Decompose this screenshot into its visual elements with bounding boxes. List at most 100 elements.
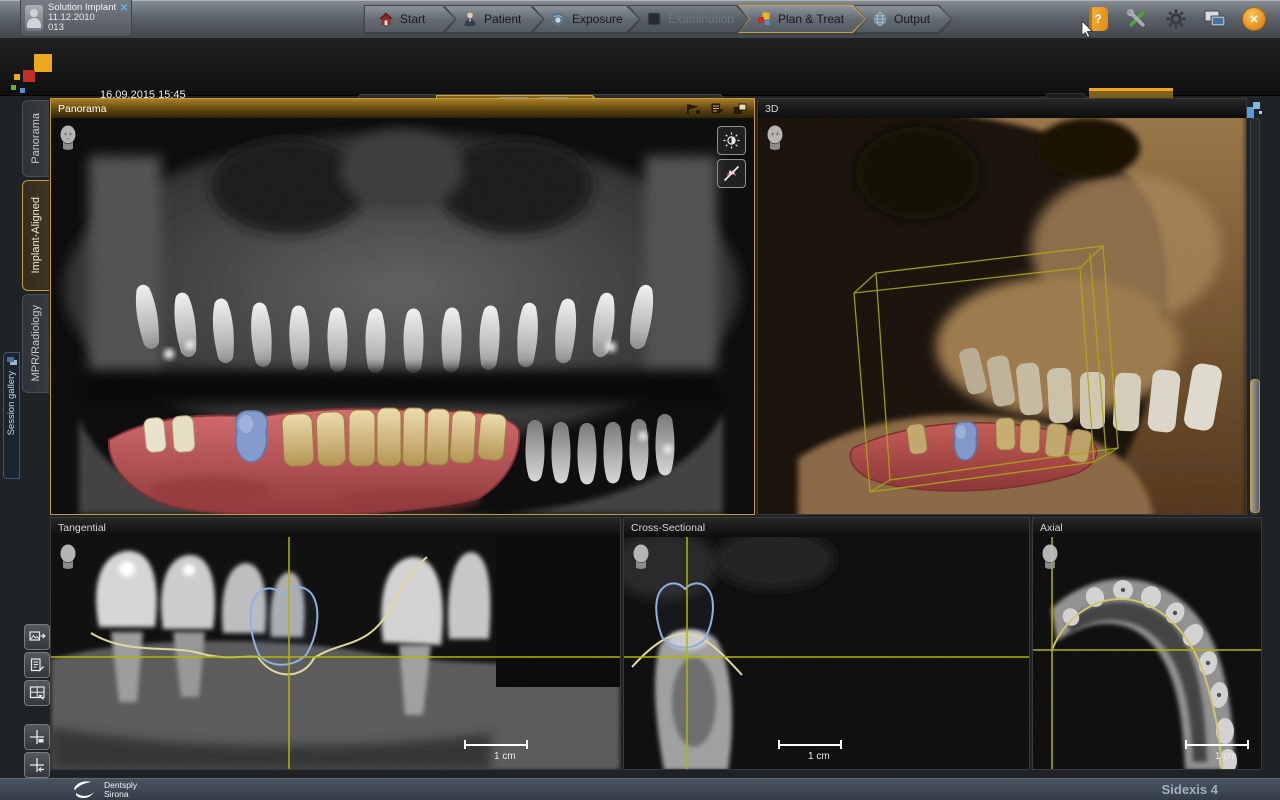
- tangential-view: Tangential: [50, 517, 621, 770]
- crosshair-arrow-icon: [29, 757, 45, 773]
- view-title: Cross-Sectional: [631, 522, 705, 534]
- panorama-image[interactable]: [51, 118, 754, 514]
- dentsply-sirona-logo: [72, 780, 98, 800]
- workspace-tab-label: Panorama: [30, 113, 42, 164]
- axial-image[interactable]: [1033, 537, 1261, 769]
- tab-label: Examination: [668, 12, 734, 26]
- panorama-view: Panorama: [50, 98, 755, 515]
- workspace-tab-label: Implant-Aligned: [30, 197, 42, 273]
- implant-contour[interactable]: [656, 583, 713, 647]
- brightness-contrast-button[interactable]: [717, 126, 746, 155]
- tab-label: Plan & Treat: [778, 12, 844, 26]
- patient-card[interactable]: Solution Implant 11.12.2010 013 ✕: [20, 0, 132, 37]
- view-title: Axial: [1040, 522, 1063, 534]
- cross-sectional-canvas[interactable]: 1 cm: [624, 537, 1029, 769]
- scale-label: 1 cm: [1215, 751, 1237, 762]
- examination-toolbar: 16.09.2015 15:45 Scan date Diagnose Prep…: [0, 38, 1280, 96]
- workspace-tab-mpr-radiology[interactable]: MPR/Radiology: [22, 294, 49, 393]
- tools-button[interactable]: [1125, 6, 1149, 32]
- tab-label: Output: [894, 12, 930, 26]
- layout-switch-button[interactable]: [1203, 6, 1227, 32]
- settings-button[interactable]: [1164, 6, 1188, 32]
- cross-sectional-image[interactable]: [624, 537, 1029, 769]
- titlebar-actions: ?: [1086, 6, 1266, 32]
- close-patient-icon[interactable]: ✕: [120, 3, 128, 14]
- layout-button[interactable]: [24, 680, 50, 706]
- align-crosshair-button[interactable]: [24, 752, 50, 778]
- tangential-image[interactable]: [51, 537, 620, 769]
- brand-text: Dentsply Sirona: [104, 781, 137, 799]
- product-name: Sidexis 4: [1162, 782, 1218, 797]
- implant-contour[interactable]: [250, 587, 317, 665]
- help-button[interactable]: ?: [1086, 6, 1110, 32]
- scale-label: 1 cm: [494, 751, 516, 762]
- title-bar: Solution Implant 11.12.2010 013 ✕ Start: [0, 0, 1280, 39]
- scale-bar: [1185, 740, 1249, 749]
- output-icon: [872, 11, 888, 27]
- annotation-icon[interactable]: [710, 102, 724, 115]
- tab-examination: Examination: [628, 5, 750, 33]
- three-d-image[interactable]: [758, 118, 1246, 514]
- scale-bar: [464, 740, 528, 749]
- workspace-tab-panorama[interactable]: Panorama: [22, 100, 49, 177]
- windows-icon: [1203, 9, 1227, 29]
- tab-label: Patient: [484, 12, 521, 26]
- tab-patient[interactable]: Patient: [444, 5, 544, 33]
- focus-crosshair-button[interactable]: [24, 724, 50, 750]
- 3d-depth-slider[interactable]: [1250, 118, 1260, 515]
- tangential-view-header[interactable]: Tangential: [51, 518, 620, 537]
- tab-label: Start: [400, 12, 425, 26]
- home-icon: [378, 11, 394, 27]
- view-title: Tangential: [58, 522, 106, 534]
- tab-start[interactable]: Start: [364, 5, 456, 33]
- axial-view-header[interactable]: Axial: [1033, 518, 1261, 537]
- overlay-toggle-icon[interactable]: [686, 103, 701, 115]
- layout-grid-icon: [29, 685, 46, 701]
- tangential-canvas[interactable]: 1 cm: [51, 537, 620, 769]
- scale-label: 1 cm: [808, 751, 830, 762]
- orientation-head-icon: [765, 125, 785, 151]
- examination-icon: [646, 11, 662, 27]
- close-button[interactable]: ✕: [1242, 6, 1266, 32]
- toggle-objects-button[interactable]: [717, 159, 746, 188]
- view-title: 3D: [765, 103, 778, 115]
- hide-objects-icon: [723, 165, 740, 182]
- plan-treat-icon: [756, 11, 772, 27]
- 3d-depth-slider-thumb[interactable]: [1250, 379, 1260, 513]
- workspace-tab-implant-aligned[interactable]: Implant-Aligned: [22, 180, 49, 291]
- maximize-view-icon[interactable]: [733, 103, 747, 115]
- crosshair-focus-icon: [29, 729, 45, 745]
- close-icon: ✕: [1242, 7, 1266, 31]
- gallery-icon: [7, 357, 17, 365]
- tab-plan-treat[interactable]: Plan & Treat: [738, 5, 866, 33]
- tab-exposure[interactable]: Exposure: [532, 5, 640, 33]
- mouse-cursor: [1081, 21, 1094, 38]
- brand-line-2: Sirona: [104, 790, 137, 799]
- export-image-button[interactable]: [24, 624, 50, 650]
- gear-icon: [1165, 8, 1187, 30]
- three-d-view: 3D: [757, 98, 1247, 515]
- axial-view: Axial: [1032, 517, 1262, 770]
- patient-icon: [462, 11, 478, 27]
- orientation-head-icon: [58, 125, 78, 151]
- session-gallery-tab[interactable]: Session gallery: [3, 352, 20, 479]
- three-d-canvas[interactable]: [758, 118, 1246, 514]
- view-title: Panorama: [58, 103, 106, 115]
- axial-canvas[interactable]: 1 cm: [1033, 537, 1261, 769]
- orientation-head-icon: [1040, 544, 1060, 570]
- cross-sectional-view-header[interactable]: Cross-Sectional: [624, 518, 1029, 537]
- patient-id: 013: [48, 23, 116, 33]
- panorama-view-header[interactable]: Panorama: [51, 99, 754, 118]
- export-image-icon: [29, 629, 46, 645]
- three-d-view-header[interactable]: 3D: [758, 99, 1246, 118]
- tools-icon: [1126, 8, 1148, 30]
- clipboard-icon: [29, 657, 45, 673]
- exposure-icon: [550, 11, 566, 27]
- application-window: Solution Implant 11.12.2010 013 ✕ Start: [0, 0, 1280, 800]
- panorama-canvas[interactable]: [51, 118, 754, 514]
- copy-to-clipboard-button[interactable]: [24, 652, 50, 678]
- session-gallery-label: Session gallery: [6, 371, 17, 435]
- cross-sectional-view: Cross-Sectional: [623, 517, 1030, 770]
- tab-output[interactable]: Output: [854, 5, 952, 33]
- workspace-tab-label: MPR/Radiology: [30, 305, 42, 381]
